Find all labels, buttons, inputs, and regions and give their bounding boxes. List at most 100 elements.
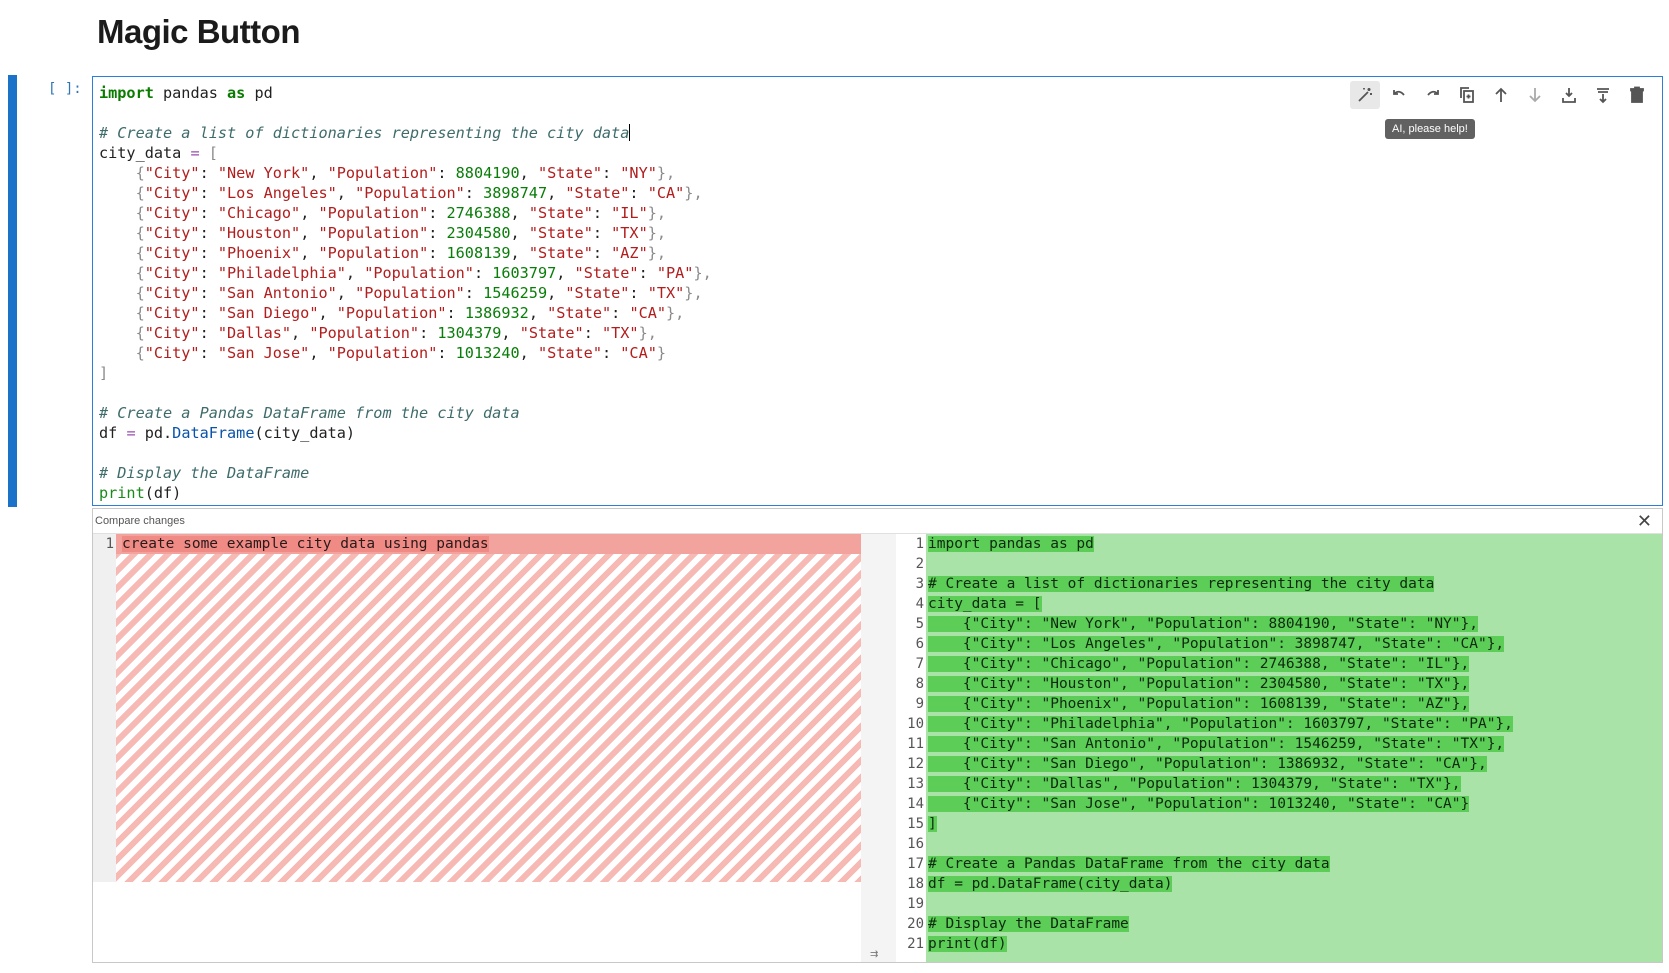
insert-above-button[interactable] — [1588, 81, 1618, 109]
magic-wand-button[interactable] — [1350, 81, 1380, 109]
copy-button[interactable] — [1452, 81, 1482, 109]
code-cell-editor[interactable]: import pandas as pd # Create a list of di… — [92, 76, 1663, 506]
added-text: city_data = [ — [928, 596, 1042, 612]
delete-button[interactable] — [1622, 81, 1652, 109]
active-cell-indicator — [8, 75, 17, 507]
added-text: {"City": "Chicago", "Population": 274638… — [928, 656, 1470, 672]
magic-wand-icon — [1358, 88, 1372, 102]
code-line: {"City": "Houston", "Population": 230458… — [99, 224, 667, 242]
code-line: {"City": "Dallas", "Population": 1304379… — [99, 324, 657, 342]
added-text: {"City": "San Diego", "Population": 1386… — [928, 756, 1487, 772]
added-line: city_data = [ — [926, 594, 1662, 614]
move-up-icon — [1495, 87, 1507, 102]
line-number: 6 — [915, 636, 924, 652]
compare-header: Compare changes ✕ — [93, 509, 1662, 534]
added-line: import pandas as pd — [926, 534, 1662, 554]
added-text: import pandas as pd — [928, 536, 1094, 552]
modified-gutter: 1 2 3 4 5 6 7 8 9 10 11 12 13 14 15 16 17 18 19 20 21 — [896, 534, 926, 962]
magic-wand-tooltip: AI, please help! — [1385, 119, 1475, 139]
move-down-button[interactable] — [1520, 81, 1550, 109]
code-line: {"City": "Chicago", "Population": 274638… — [99, 204, 667, 222]
compare-title: Compare changes — [95, 515, 185, 527]
added-line: {"City": "Los Angeles", "Population": 38… — [926, 634, 1662, 654]
code-content[interactable]: import pandas as pd # Create a list of di… — [99, 83, 712, 503]
added-line: {"City": "Philadelphia", "Population": 1… — [926, 714, 1662, 734]
added-line: {"City": "Phoenix", "Population": 160813… — [926, 694, 1662, 714]
added-line: {"City": "San Diego", "Population": 1386… — [926, 754, 1662, 774]
copy-icon — [1460, 87, 1474, 103]
original-pane[interactable]: 1 create some example city data using pa… — [93, 534, 861, 962]
added-text: {"City": "Houston", "Population": 230458… — [928, 676, 1470, 692]
redo-icon — [1427, 90, 1439, 96]
diff-splitter[interactable]: ⇉ — [861, 534, 896, 962]
added-line: print(df) — [926, 934, 1662, 954]
code-line: # Create a list of dictionaries represen… — [99, 124, 631, 142]
added-text: ] — [928, 816, 937, 832]
close-icon[interactable]: ✕ — [1637, 511, 1652, 532]
line-number: 8 — [915, 676, 924, 692]
modified-pane[interactable]: import pandas as pd # Create a list of di… — [926, 534, 1662, 962]
line-number: 1 — [915, 536, 924, 552]
undo-button[interactable] — [1384, 81, 1414, 109]
line-number: 10 — [907, 716, 924, 732]
line-number: 17 — [907, 856, 924, 872]
added-text: {"City": "Philadelphia", "Population": 1… — [928, 716, 1513, 732]
line-number: 14 — [907, 796, 924, 812]
code-line: {"City": "San Diego", "Population": 1386… — [99, 304, 685, 322]
insert-above-icon — [1597, 88, 1609, 104]
redo-button[interactable] — [1418, 81, 1448, 109]
code-line: {"City": "Phoenix", "Population": 160813… — [99, 244, 667, 262]
added-text: # Create a list of dictionaries represen… — [928, 576, 1435, 592]
code-line: df = pd.DataFrame(city_data) — [99, 424, 356, 442]
code-line: import pandas as pd — [99, 84, 273, 102]
line-number: 2 — [915, 556, 924, 572]
added-text: print(df) — [928, 936, 1007, 952]
line-number: 20 — [907, 916, 924, 932]
code-line: {"City": "Philadelphia", "Population": 1… — [99, 264, 712, 282]
added-line — [926, 894, 1662, 914]
move-up-button[interactable] — [1486, 81, 1516, 109]
code-line: # Create a Pandas DataFrame from the cit… — [99, 404, 520, 422]
added-text: {"City": "New York", "Population": 88041… — [928, 616, 1478, 632]
added-line — [926, 834, 1662, 854]
line-number: 13 — [907, 776, 924, 792]
delete-icon — [1630, 86, 1644, 103]
removed-region — [116, 534, 861, 882]
code-line: {"City": "New York", "Population": 88041… — [99, 164, 676, 182]
code-line: print(df) — [99, 484, 182, 502]
text-cursor — [629, 124, 631, 141]
page-title: Magic Button — [97, 13, 300, 50]
added-text: {"City": "Phoenix", "Population": 160813… — [928, 696, 1470, 712]
compare-changes-panel: Compare changes ✕ 1 create some example … — [92, 508, 1663, 963]
line-number: 1 — [105, 536, 114, 552]
cell-prompt: [ ]: — [48, 81, 82, 97]
added-line: # Create a list of dictionaries represen… — [926, 574, 1662, 594]
line-number: 9 — [915, 696, 924, 712]
added-text: {"City": "San Antonio", "Population": 15… — [928, 736, 1505, 752]
line-number: 21 — [907, 936, 924, 952]
removed-text: create some example city data using pand… — [122, 536, 489, 552]
merge-arrows-icon[interactable]: ⇉ — [870, 949, 878, 960]
added-line: df = pd.DataFrame(city_data) — [926, 874, 1662, 894]
line-number: 3 — [915, 576, 924, 592]
added-text: {"City": "San Jose", "Population": 10132… — [928, 796, 1470, 812]
undo-icon — [1393, 90, 1405, 96]
added-line: {"City": "New York", "Population": 88041… — [926, 614, 1662, 634]
added-line: {"City": "San Antonio", "Population": 15… — [926, 734, 1662, 754]
line-number: 18 — [907, 876, 924, 892]
removed-line: create some example city data using pand… — [116, 534, 861, 554]
original-gutter: 1 — [93, 534, 116, 882]
added-text: # Create a Pandas DataFrame from the cit… — [928, 856, 1330, 872]
line-number: 11 — [907, 736, 924, 752]
line-number: 4 — [915, 596, 924, 612]
line-number: 5 — [915, 616, 924, 632]
added-line: {"City": "Houston", "Population": 230458… — [926, 674, 1662, 694]
added-line: # Display the DataFrame — [926, 914, 1662, 934]
added-text: {"City": "Dallas", "Population": 1304379… — [928, 776, 1461, 792]
insert-below-button[interactable] — [1554, 81, 1584, 109]
code-line: # Display the DataFrame — [99, 464, 310, 482]
code-line: {"City": "Los Angeles", "Population": 38… — [99, 184, 703, 202]
code-line: {"City": "San Antonio", "Population": 15… — [99, 284, 703, 302]
code-line: city_data = [ — [99, 144, 218, 162]
